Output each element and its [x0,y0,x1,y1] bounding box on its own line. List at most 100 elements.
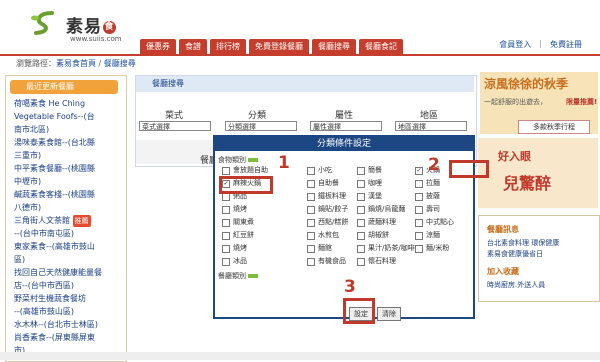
horizontal-scrollbar[interactable] [0,352,600,360]
checkbox[interactable] [357,231,365,240]
checkbox[interactable] [307,205,315,214]
promo-ad[interactable]: 好入眼 兒驚醉 [478,138,598,208]
option-rice-noodle[interactable]: 麵/米粉 [415,244,449,253]
checkbox[interactable] [222,205,230,214]
list-item[interactable]: 鹹蔬素食客棧--(桃園縣 [14,189,124,201]
attribute-select[interactable]: 屬性選擇 [310,121,382,131]
list-item[interactable]: 湯咪泰素食館--(台北縣 [14,137,124,149]
nav-restaurant-reviews[interactable]: 餐廳食記 [359,39,403,54]
option-juice-tea-coffee[interactable]: 果汁/奶茶/咖啡 [357,244,415,253]
nav-recipes[interactable]: 食譜 [179,39,207,54]
option-sushi[interactable]: 壽司 [415,205,440,214]
checkbox[interactable] [415,192,423,201]
option-curry[interactable]: 咖哩 [357,179,382,188]
toggle-icon[interactable] [248,274,258,278]
list-item[interactable]: 南市北區) [14,124,124,136]
list-item[interactable]: 東家素食--(高雄市鼓山 [14,241,124,253]
option-pan-fried-bun[interactable]: 水煎包 [307,231,339,240]
cuisine-select[interactable]: 菜式選擇 [139,121,211,131]
option-redbean-cake[interactable]: 紅豆餅 [222,231,254,240]
option-light-meal[interactable]: 簡餐 [357,166,382,175]
info-link[interactable]: 台北素食料理 環保健康 [487,238,559,248]
checkbox[interactable] [222,244,230,253]
ad-button[interactable]: 多款秋季行程 [518,120,590,134]
breadcrumb-current[interactable]: 餐廳搜尋 [104,59,136,68]
checkbox[interactable] [222,166,230,175]
nav-register-restaurant[interactable]: 免費登錄餐廳 [249,39,309,54]
breadcrumb-home[interactable]: 素易食首頁 [56,59,96,68]
option-pepper-bun[interactable]: 胡椒餅 [357,231,389,240]
info-link[interactable]: 時尚廚房.外送人員 [487,280,545,290]
checkbox[interactable] [307,179,315,188]
option-ice[interactable]: 冰品 [222,257,247,266]
option-cold-noodle[interactable]: 涼麵 [415,231,440,240]
checkbox[interactable] [415,205,423,214]
checkbox[interactable] [415,244,423,253]
list-item[interactable]: 荷噶素食 He Ching [14,98,124,110]
checkbox[interactable] [222,218,230,227]
option-kaiseki[interactable]: 懷石料理 [357,257,396,266]
list-item[interactable]: 尚香素食--(屏東縣屏東 [14,332,124,344]
option-oden[interactable]: 關東煮 [222,218,254,227]
info-link[interactable]: 素易食健康優省日 [487,249,543,259]
checkbox[interactable]: ✓ [415,166,423,175]
checkbox[interactable] [307,244,315,253]
autumn-travel-ad[interactable]: 涼風徐徐的秋季 一起舒服的出遊去， 限量推薦! 多款秋季行程 [480,72,598,134]
list-item[interactable]: 中平素食餐廳--(桃園縣 [14,163,124,175]
list-item[interactable]: 三重市) [14,150,124,162]
checkbox[interactable] [357,179,365,188]
category-select[interactable]: 分類選擇 [225,121,297,131]
nav-coupons[interactable]: 優惠券 [140,39,176,54]
option-dumplings[interactable]: 鍋貼/餃子 [307,205,348,214]
list-item[interactable]: 中壢市) [14,176,124,188]
option-teppanyaki[interactable]: 鐵板料理 [307,192,346,201]
checkbox[interactable] [415,231,423,240]
region-select[interactable]: 地區選擇 [395,121,467,131]
option-burger[interactable]: 漢堡 [357,192,382,201]
list-item[interactable]: --(台中市南屯區) [14,228,124,240]
checkbox[interactable] [307,192,315,201]
list-item[interactable]: Vegetable Foofs--(台 [14,111,124,123]
checkbox[interactable] [357,205,365,214]
option-buffet[interactable]: 會放題自助 [222,166,268,175]
checkbox[interactable] [222,257,230,266]
nav-rankings[interactable]: 排行榜 [210,39,246,54]
list-item[interactable]: 區) [14,254,124,266]
option-veg-noodle[interactable]: 蔬麵料理 [357,218,396,227]
checkbox[interactable] [357,257,365,266]
option-self-service[interactable]: 自助餐 [307,179,339,188]
clear-button[interactable]: 清除 [377,307,401,321]
checkbox[interactable] [307,257,315,266]
option-udon[interactable]: 鍋燒/烏龍麵 [357,205,405,214]
checkbox[interactable] [307,231,315,240]
checkbox[interactable] [307,166,315,175]
list-item[interactable]: 八德市) [14,202,124,214]
nav-restaurant-search[interactable]: 餐廳搜尋 [312,39,356,54]
list-item[interactable]: 找回自己天然健康能量餐 [14,267,124,279]
checkbox[interactable] [415,179,423,188]
option-pastry[interactable]: 西點/糕餅 [307,218,348,227]
option-dim-sum[interactable]: 中式點心 [415,218,454,227]
option-bbq[interactable]: 燒烤 [222,205,247,214]
option-snack[interactable]: 小吃 [307,166,332,175]
list-item[interactable]: 店--(台中市西區) [14,280,124,292]
list-item[interactable]: 三角街人文茶館 推薦 [14,215,124,227]
option-pizza[interactable]: 披薩 [415,192,440,201]
checkbox[interactable] [222,231,230,240]
option-organic[interactable]: 有機食品 [307,257,346,266]
checkbox[interactable] [357,166,365,175]
register-link[interactable]: 免費註冊 [550,39,582,50]
list-item[interactable]: 水木林--(台北市士林區) [14,319,124,331]
login-link[interactable]: 會員登入 [499,39,531,50]
checkbox[interactable] [357,192,365,201]
logo-text[interactable]: 素易食 [66,12,116,37]
toggle-icon[interactable] [248,158,258,162]
checkbox[interactable] [357,244,365,253]
list-item[interactable]: 野菜村生機蔬食餐坊 [14,293,124,305]
option-ramen[interactable]: 拉麵 [415,179,440,188]
checkbox[interactable] [357,218,365,227]
checkbox[interactable] [415,218,423,227]
checkbox[interactable] [307,218,315,227]
option-grill[interactable]: 燒烤 [222,244,247,253]
option-noodle-house[interactable]: 麵館 [307,244,332,253]
